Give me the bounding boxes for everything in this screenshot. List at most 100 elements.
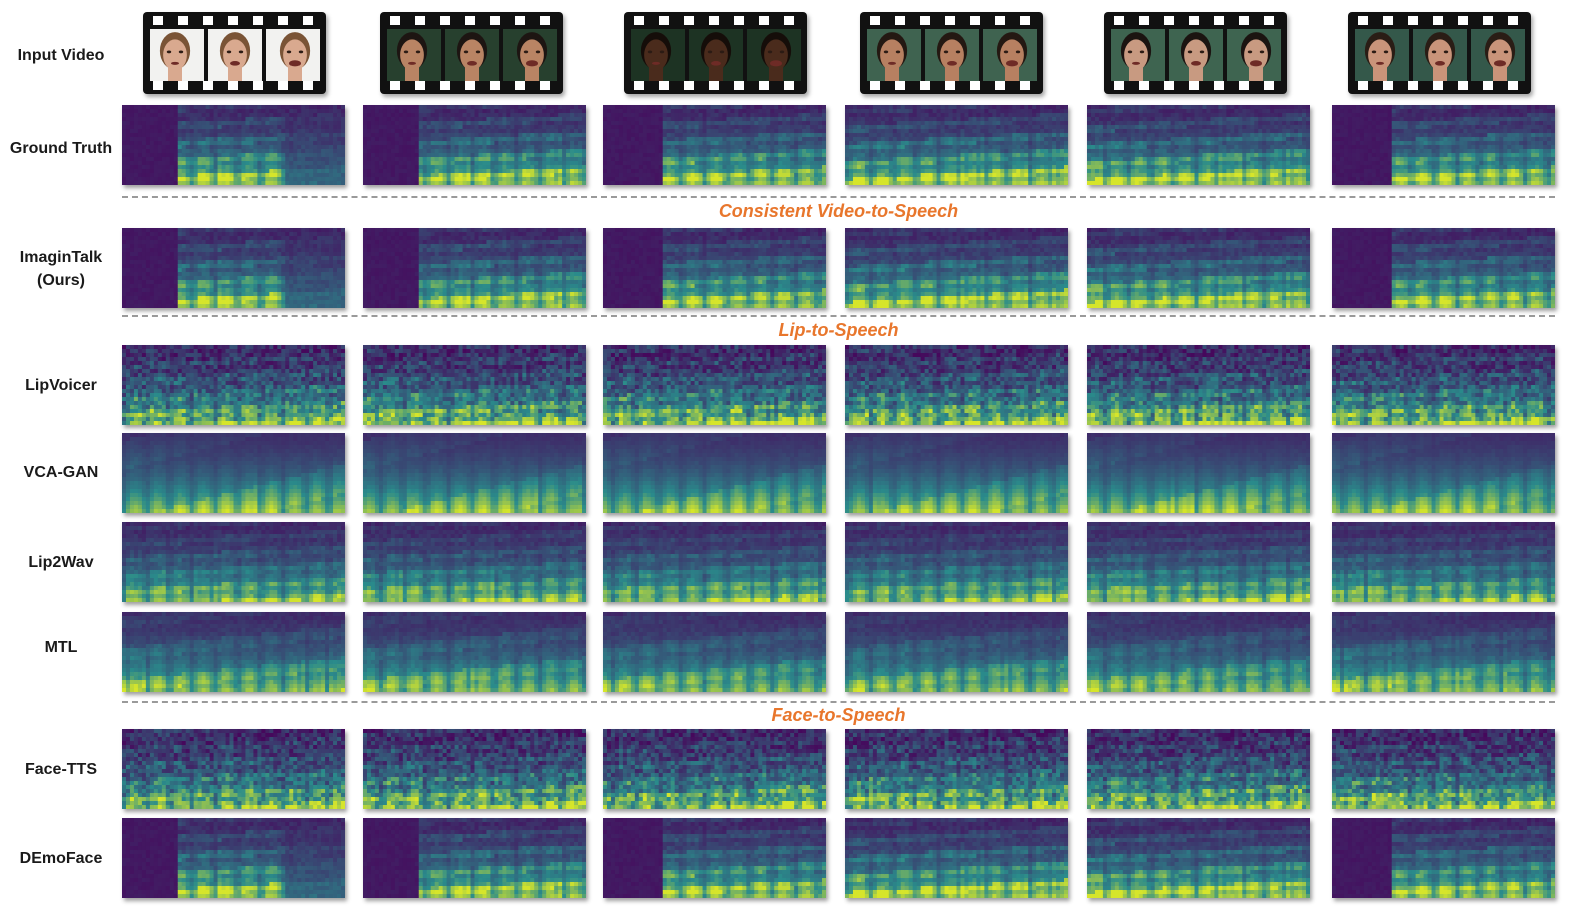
- film-sprocket-hole: [945, 16, 955, 25]
- spectrogram-ground-truth-2: [363, 105, 586, 185]
- face-icon: [760, 32, 792, 81]
- video-frame: [445, 29, 499, 81]
- spectrogram-lipvoicer-2: [363, 345, 586, 425]
- spectrogram-lip2wav-5: [1087, 522, 1310, 602]
- film-sprocket-hole: [1214, 81, 1224, 90]
- film-sprocket-hole: [734, 81, 744, 90]
- video-frame: [983, 29, 1037, 81]
- film-sprocket-hole: [759, 16, 769, 25]
- face-icon: [279, 32, 311, 81]
- film-sprocket-hole: [1114, 81, 1124, 90]
- spectrogram-ground-truth-3: [603, 105, 826, 185]
- row-label-vca-gan: VCA-GAN: [0, 448, 122, 496]
- film-sprocket-hole: [1139, 16, 1149, 25]
- film-sprocket-hole: [1508, 81, 1518, 90]
- film-sprocket-hole: [634, 16, 644, 25]
- film-sprocket-hole: [203, 16, 213, 25]
- video-frame: [747, 29, 801, 81]
- face-icon: [456, 32, 488, 81]
- film-sprocket-hole: [870, 16, 880, 25]
- film-sprocket-hole: [684, 81, 694, 90]
- spectrogram-ground-truth-4: [845, 105, 1068, 185]
- film-sprocket-hole: [1214, 16, 1224, 25]
- spectrogram-demoface-3: [603, 818, 826, 898]
- video-frame: [1413, 29, 1467, 81]
- video-frame: [867, 29, 921, 81]
- face-icon: [1120, 32, 1152, 81]
- row-label-demoface: DEmoFace: [0, 834, 122, 882]
- film-sprocket-hole: [1433, 16, 1443, 25]
- spectrogram-lip2wav-4: [845, 522, 1068, 602]
- section-divider-consistent-video-to-speech: [122, 196, 1555, 198]
- row-label-input-video: Input Video: [0, 31, 122, 79]
- video-frame: [208, 29, 262, 81]
- film-sprocket-hole: [970, 81, 980, 90]
- film-sprocket-hole: [228, 81, 238, 90]
- film-sprocket-hole: [1139, 81, 1149, 90]
- spectrogram-face-tts-2: [363, 729, 586, 809]
- face-icon: [1180, 32, 1212, 81]
- spectrogram-vca-gan-6: [1332, 433, 1555, 513]
- film-sprocket-hole: [995, 81, 1005, 90]
- spectrogram-lipvoicer-6: [1332, 345, 1555, 425]
- film-sprocket-hole: [784, 16, 794, 25]
- film-sprocket-hole: [278, 16, 288, 25]
- film-sprocket-hole: [203, 81, 213, 90]
- video-frame: [150, 29, 204, 81]
- film-sprocket-hole: [759, 81, 769, 90]
- film-sprocket-hole: [278, 81, 288, 90]
- film-sprocket-hole: [178, 81, 188, 90]
- film-sprocket-hole: [515, 81, 525, 90]
- spectrogram-imagintalk-6: [1332, 228, 1555, 308]
- face-icon: [516, 32, 548, 81]
- film-sprocket-hole: [1264, 16, 1274, 25]
- spectrogram-face-tts-6: [1332, 729, 1555, 809]
- film-sprocket-hole: [970, 16, 980, 25]
- face-icon: [936, 32, 968, 81]
- spectrogram-vca-gan-3: [603, 433, 826, 513]
- input-video-filmstrip-3: [624, 12, 807, 94]
- spectrogram-demoface-1: [122, 818, 345, 898]
- input-video-filmstrip-1: [143, 12, 326, 94]
- film-sprocket-hole: [540, 16, 550, 25]
- input-video-filmstrip-5: [1104, 12, 1287, 94]
- section-divider-face-to-speech: [122, 701, 1555, 703]
- film-sprocket-hole: [895, 16, 905, 25]
- spectrogram-vca-gan-1: [122, 433, 345, 513]
- film-sprocket-hole: [1020, 81, 1030, 90]
- face-icon: [1240, 32, 1272, 81]
- row-label-imagintalk: ImaginTalk (Ours): [0, 245, 122, 293]
- face-icon: [876, 32, 908, 81]
- face-icon: [1424, 32, 1456, 81]
- spectrogram-mtl-3: [603, 612, 826, 692]
- face-icon: [700, 32, 732, 81]
- film-sprocket-hole: [1408, 81, 1418, 90]
- video-frame: [1169, 29, 1223, 81]
- film-sprocket-hole: [465, 16, 475, 25]
- film-sprocket-hole: [1483, 16, 1493, 25]
- film-sprocket-hole: [303, 16, 313, 25]
- film-sprocket-hole: [1164, 81, 1174, 90]
- section-label-face-to-speech: Face-to-Speech: [122, 705, 1555, 726]
- film-sprocket-hole: [1020, 16, 1030, 25]
- section-divider-lip-to-speech: [122, 315, 1555, 317]
- row-label-lipvoicer: LipVoicer: [0, 361, 122, 409]
- spectrogram-ground-truth-1: [122, 105, 345, 185]
- film-sprocket-hole: [995, 16, 1005, 25]
- spectrogram-lip2wav-1: [122, 522, 345, 602]
- film-sprocket-hole: [303, 81, 313, 90]
- face-icon: [219, 32, 251, 81]
- film-sprocket-hole: [1508, 16, 1518, 25]
- film-sprocket-hole: [490, 16, 500, 25]
- film-sprocket-hole: [440, 16, 450, 25]
- spectrogram-lipvoicer-3: [603, 345, 826, 425]
- video-frame: [1355, 29, 1409, 81]
- film-sprocket-hole: [153, 81, 163, 90]
- face-icon: [396, 32, 428, 81]
- spectrogram-imagintalk-5: [1087, 228, 1310, 308]
- film-sprocket-hole: [253, 16, 263, 25]
- film-sprocket-hole: [253, 81, 263, 90]
- face-icon: [640, 32, 672, 81]
- comparison-figure: Input Video Ground Truth ImaginTalk (Ours)…: [0, 0, 1577, 909]
- row-label-mtl: MTL: [0, 623, 122, 671]
